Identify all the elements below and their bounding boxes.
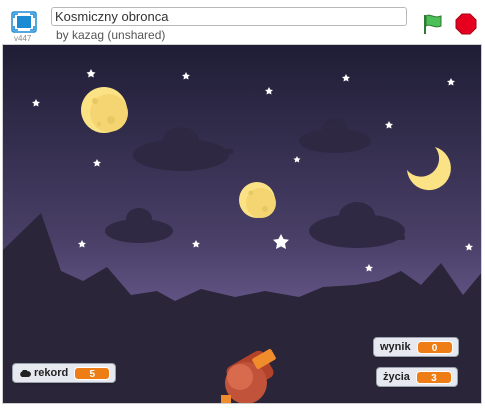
score-monitor: wynik 0: [373, 337, 459, 357]
record-label: rekord: [34, 367, 69, 379]
green-flag-icon[interactable]: [421, 12, 445, 36]
lives-monitor: życia 3: [376, 367, 458, 387]
lives-label: życia: [383, 371, 410, 383]
project-byline: by kazag (unshared): [56, 28, 166, 42]
stop-sign-icon[interactable]: [455, 13, 477, 35]
version-label: v447: [14, 34, 32, 43]
cloud-icon: [20, 369, 31, 377]
record-monitor: rekord 5: [12, 363, 117, 383]
stage[interactable]: rekord 5 wynik 0 życia 3: [2, 44, 482, 404]
record-value: 5: [74, 366, 111, 380]
player-toolbar: v447 by kazag (unshared): [0, 0, 485, 44]
score-label: wynik: [380, 341, 411, 353]
lives-value: 3: [415, 370, 452, 384]
score-value: 0: [416, 340, 453, 354]
project-title-input[interactable]: [51, 7, 407, 26]
fullscreen-icon[interactable]: [11, 11, 37, 33]
